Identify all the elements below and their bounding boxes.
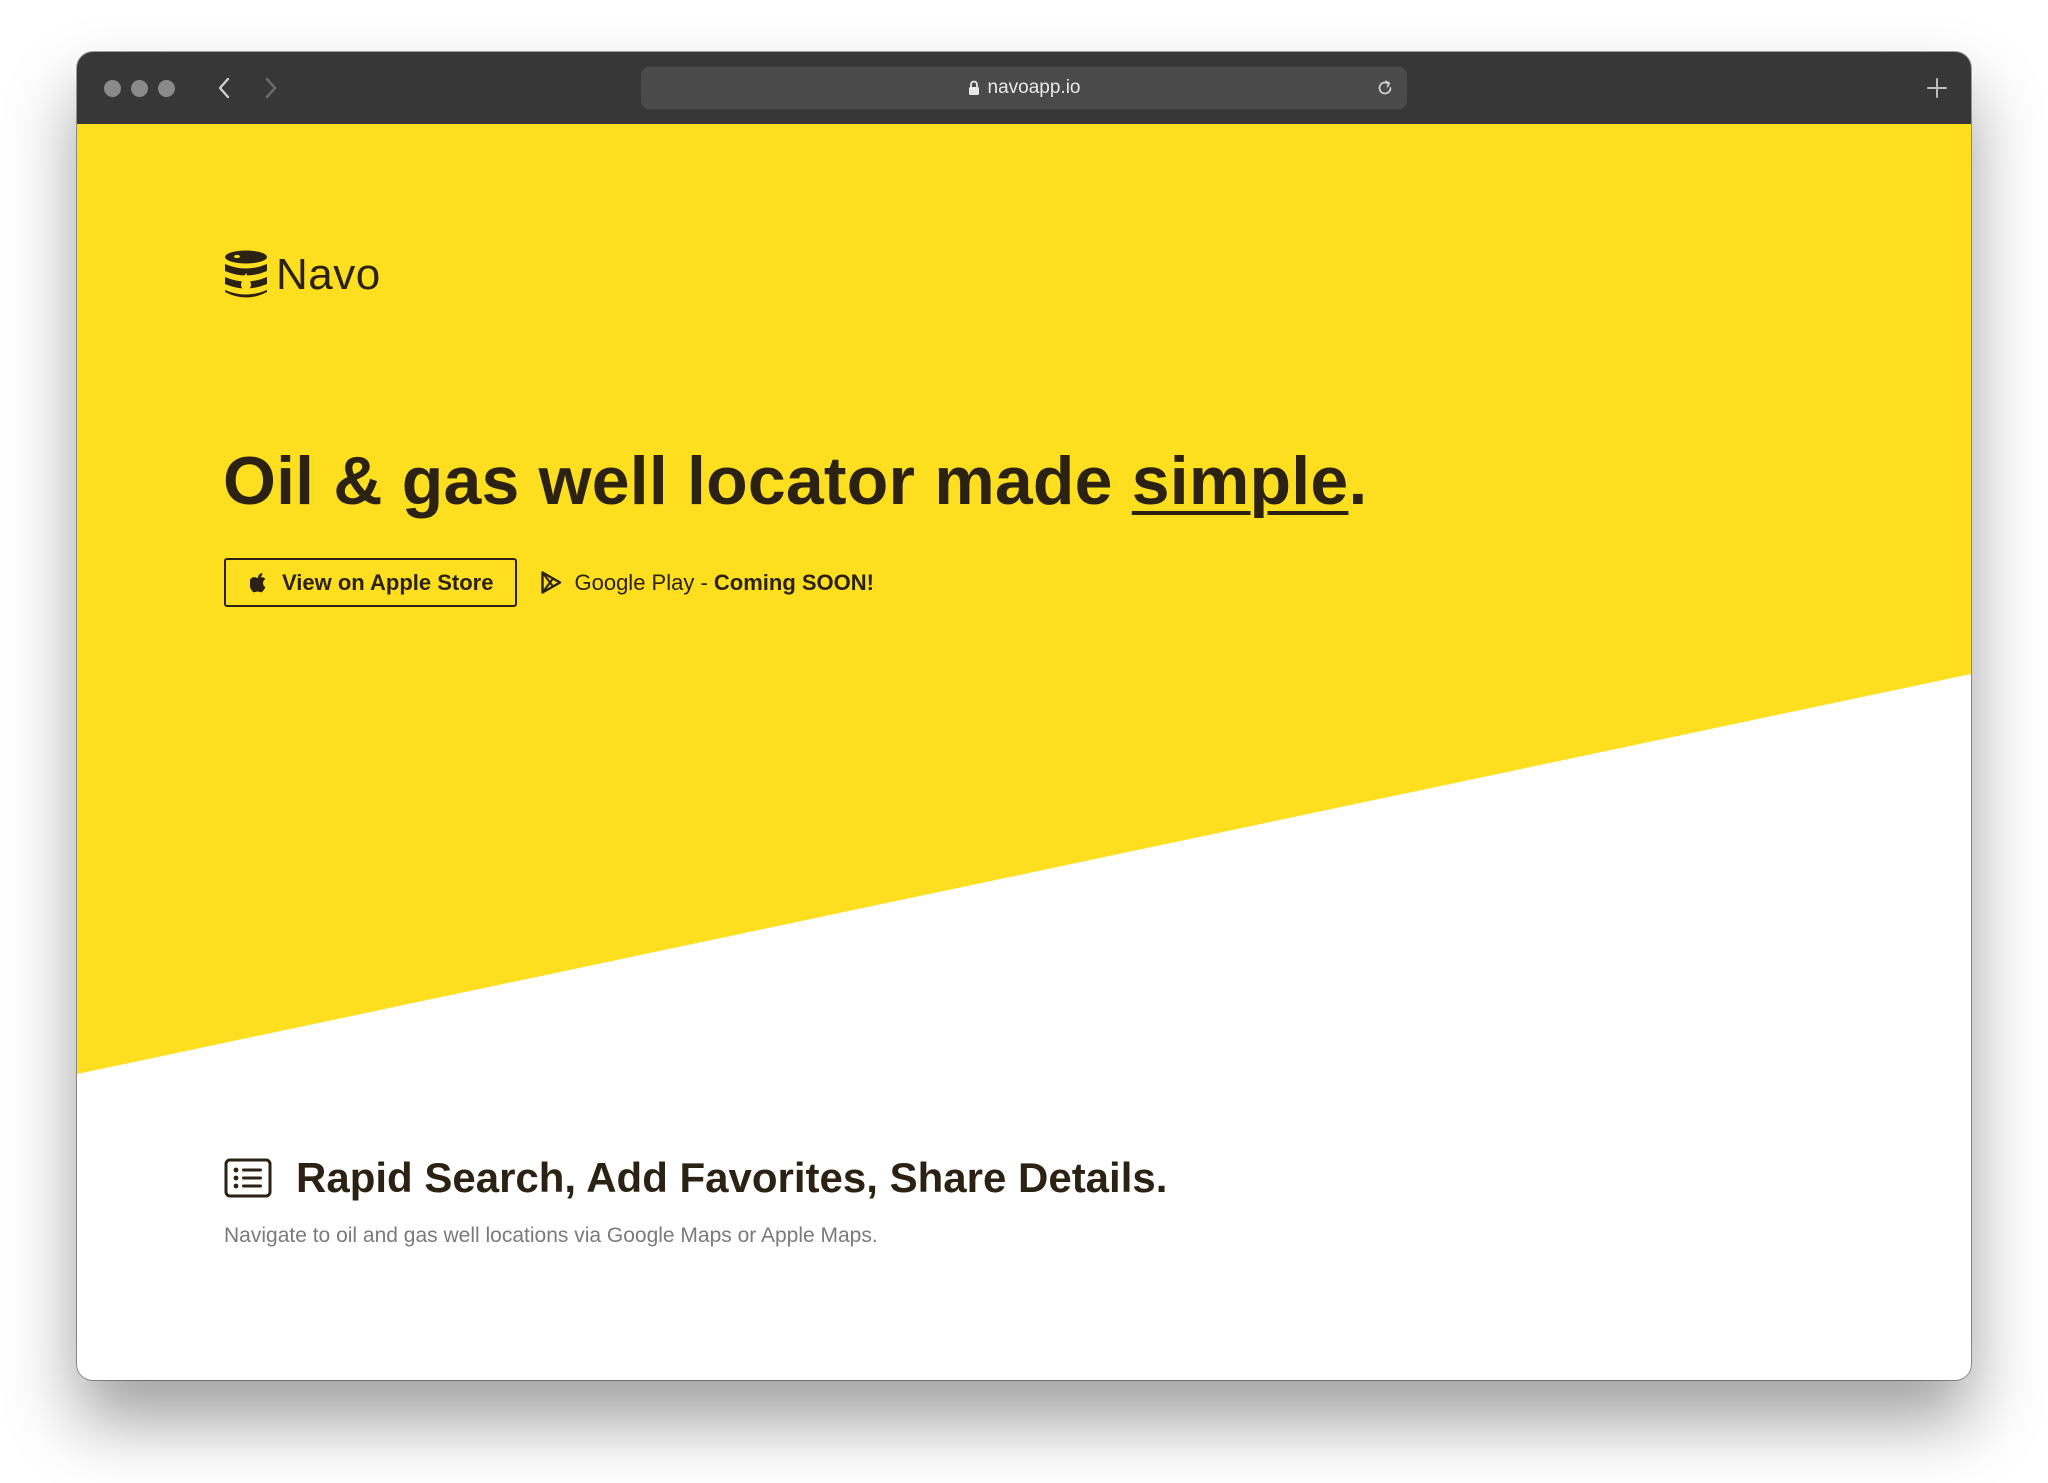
- address-bar[interactable]: navoapp.io: [641, 67, 1407, 109]
- brand-name: Navo: [276, 250, 381, 299]
- oil-barrel-icon: [225, 250, 267, 298]
- chevron-right-icon: [265, 77, 277, 99]
- reload-icon: [1378, 80, 1392, 95]
- forward-button[interactable]: [255, 72, 287, 104]
- hero-headline: Oil & gas well locator made simple.: [223, 442, 1367, 520]
- apple-icon: [250, 573, 266, 593]
- cta-row: View on Apple Store Google Play - Coming…: [224, 558, 874, 607]
- address-url: navoapp.io: [987, 77, 1081, 98]
- plus-icon: [1927, 78, 1947, 98]
- apple-store-button[interactable]: View on Apple Store: [224, 558, 518, 607]
- google-play-label: Google Play -: [574, 569, 714, 595]
- browser-toolbar: navoapp.io: [77, 52, 1971, 125]
- list-icon: [224, 1158, 272, 1198]
- features-section: Rapid Search, Add Favorites, Share Detai…: [224, 1154, 1167, 1248]
- chevron-left-icon: [218, 77, 230, 99]
- feature-title: Rapid Search, Add Favorites, Share Detai…: [296, 1154, 1168, 1201]
- brand-logo[interactable]: Navo: [224, 250, 381, 300]
- headline-prefix: Oil & gas well locator made: [223, 443, 1132, 519]
- feature-title-row: Rapid Search, Add Favorites, Share Detai…: [224, 1154, 1167, 1202]
- google-play-icon: [541, 571, 562, 594]
- headline-suffix: .: [1348, 443, 1368, 519]
- google-play-text: Google Play - Coming SOON!: [574, 570, 874, 596]
- lock-icon: [968, 80, 979, 95]
- google-play-link[interactable]: Google Play - Coming SOON!: [541, 570, 874, 596]
- page-content: Navo Oil & gas well locator made simple.…: [77, 124, 1971, 1380]
- apple-store-label: View on Apple Store: [282, 569, 494, 595]
- new-tab-button[interactable]: [1921, 72, 1953, 104]
- google-play-status: Coming SOON!: [713, 569, 874, 595]
- browser-window: navoapp.io Navo Oil & gas well locator m…: [77, 52, 1971, 1380]
- headline-emphasis: simple: [1131, 443, 1349, 519]
- back-button[interactable]: [208, 72, 240, 104]
- screenshot-stage: navoapp.io Navo Oil & gas well locator m…: [0, 0, 2048, 1483]
- window-zoom-button[interactable]: [158, 80, 175, 97]
- window-minimize-button[interactable]: [131, 80, 148, 97]
- feature-subtitle: Navigate to oil and gas well locations v…: [224, 1224, 878, 1247]
- reload-button[interactable]: [1373, 76, 1397, 100]
- window-close-button[interactable]: [104, 80, 121, 97]
